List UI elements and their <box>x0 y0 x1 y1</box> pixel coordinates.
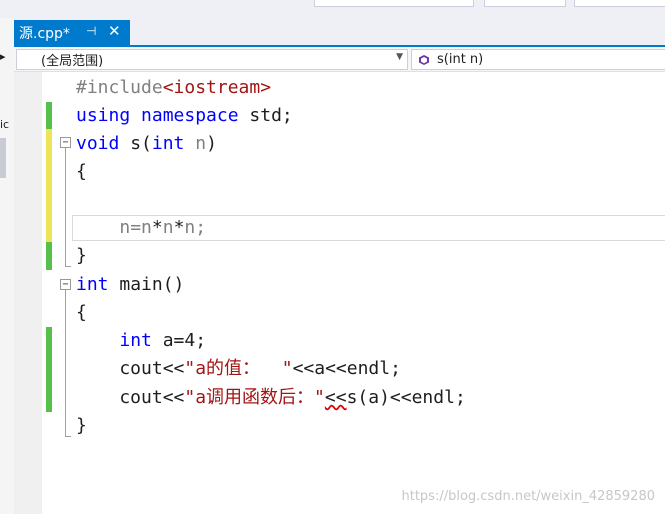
operator: * <box>151 217 163 238</box>
collapse-function-icon[interactable]: − <box>60 279 71 290</box>
code-line: cout<<"a的值： "<<a<<endl; <box>76 355 401 383</box>
code-line: int a=4; <box>76 327 206 355</box>
code-line: n=n*n*n; <box>76 214 206 242</box>
toolbar-box[interactable] <box>314 0 474 7</box>
scope-value: (全局范围) <box>41 54 104 69</box>
code-text: cout<< <box>76 387 185 408</box>
solution-explorer-edge: ▸ ic <box>0 18 14 514</box>
include-target: <iostream> <box>162 77 272 98</box>
code-line: void s(int n) <box>76 130 217 158</box>
outline-end <box>65 436 71 437</box>
method-cube-icon <box>419 55 429 65</box>
close-icon[interactable]: ✕ <box>108 22 121 40</box>
document-tab-bar: 源.cpp* ⊣ ✕ <box>14 18 665 45</box>
sidebar-selection <box>0 138 6 178</box>
scope-dropdown[interactable]: (全局范围) ▼ <box>16 49 408 70</box>
member-dropdown[interactable]: s(int n) <box>411 49 665 70</box>
saved-change-marker <box>46 327 52 412</box>
code-text: a=4; <box>151 330 207 351</box>
collapse-function-icon[interactable]: − <box>60 137 71 148</box>
string-literal: "a的值： " <box>184 358 293 379</box>
error-squiggle[interactable]: << <box>325 387 347 408</box>
keyword: int <box>76 274 109 295</box>
code-text: std; <box>238 105 293 126</box>
toolbar-box[interactable] <box>484 0 566 7</box>
saved-change-marker <box>46 242 52 270</box>
sidebar-arrow-icon[interactable]: ▸ <box>0 50 6 63</box>
keyword: int <box>151 133 185 154</box>
code-editor[interactable]: − − #include<iostream> using namespace s… <box>14 72 665 514</box>
outline-end <box>65 266 71 267</box>
keyword: namespace <box>141 105 239 126</box>
editor-gutter <box>14 72 42 514</box>
outline-line <box>65 148 66 266</box>
tab-title: 源.cpp* <box>19 25 70 42</box>
keyword: int <box>119 330 152 351</box>
sidebar-text: ic <box>0 118 10 131</box>
code-line: using namespace std; <box>76 102 293 130</box>
code-text: ; <box>195 217 207 238</box>
code-line: #include<iostream> <box>76 74 271 102</box>
operator: * <box>173 217 185 238</box>
toolbar-box[interactable] <box>574 0 665 7</box>
tab-source-cpp[interactable]: 源.cpp* ⊣ ✕ <box>14 20 130 45</box>
parameter: n <box>141 217 152 238</box>
code-line: int main() <box>76 271 184 299</box>
parameter: n <box>184 217 196 238</box>
code-text: ) <box>206 133 217 154</box>
top-toolbar-strip <box>0 0 665 18</box>
code-text: s(a)<<endl; <box>346 387 466 408</box>
watermark: https://blog.csdn.net/weixin_42859280 <box>401 489 655 504</box>
unsaved-change-marker <box>46 129 52 242</box>
keyword: using <box>76 105 131 126</box>
parameter: n <box>119 217 131 238</box>
string-literal: "a调用函数后：" <box>184 387 325 408</box>
parameter: n <box>162 217 174 238</box>
code-line: cout<<"a调用函数后："<<s(a)<<endl; <box>76 384 466 412</box>
outline-line <box>65 290 66 436</box>
keyword: void <box>76 133 120 154</box>
code-line: } <box>76 415 87 436</box>
pin-icon[interactable]: ⊣ <box>86 24 96 38</box>
code-text: s( <box>119 133 152 154</box>
preprocessor-directive: #include <box>76 77 163 98</box>
code-text: = <box>130 217 142 238</box>
code-line: { <box>76 161 87 182</box>
navigation-bar: (全局范围) ▼ s(int n) <box>14 47 665 72</box>
code-text: main() <box>108 274 185 295</box>
member-value: s(int n) <box>437 52 484 67</box>
code-line: { <box>76 302 87 323</box>
parameter: n <box>195 133 207 154</box>
saved-change-marker <box>46 102 52 129</box>
code-line: } <box>76 245 87 266</box>
code-text: <<a<<endl; <box>292 358 401 379</box>
chevron-down-icon[interactable]: ▼ <box>396 52 403 62</box>
code-text: cout<< <box>76 358 185 379</box>
